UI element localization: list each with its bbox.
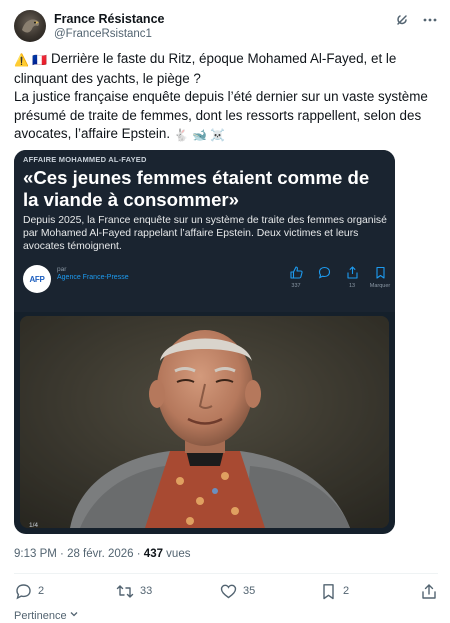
source-name[interactable]: Agence France-Presse (57, 274, 129, 281)
reply-icon (14, 582, 32, 600)
sort-label: Pertinence (14, 609, 67, 622)
warning-flag-emoji: ⚠️ 🇫🇷 (14, 53, 48, 67)
thumbs-up-icon (284, 266, 308, 280)
article-photo[interactable] (20, 316, 389, 528)
comment-icon (312, 266, 336, 280)
avatar[interactable] (14, 10, 46, 42)
tweet-line-1-text: Derrière le faste du Ritz, époque Mohame… (14, 51, 397, 86)
reply-count: 2 (38, 585, 45, 597)
card-bookmark[interactable]: Marquer (368, 266, 392, 289)
retweet-icon (116, 582, 134, 600)
tweet-line-1: ⚠️ 🇫🇷 Derrière le faste du Ritz, époque … (14, 50, 438, 88)
card-bookmark-label: Marquer (369, 283, 391, 289)
share-button[interactable] (420, 582, 438, 600)
like-count: 35 (243, 585, 256, 597)
tweet-header: France Résistance @FranceRsistanc1 (14, 10, 440, 44)
tweet-line-2: La justice française enquête depuis l’ét… (14, 88, 438, 145)
bookmark-icon (368, 266, 392, 280)
portrait-image (20, 316, 389, 528)
afp-logo: AFP (23, 265, 51, 293)
heart-icon (219, 582, 237, 600)
card-actions: 337 13 Marquer (284, 266, 394, 296)
card-share-count: 13 (348, 283, 356, 289)
bookmark-count: 2 (343, 585, 350, 597)
meta-separator: · (56, 548, 68, 560)
card-headline[interactable]: «Ces jeunes femmes étaient comme de la v… (23, 167, 388, 210)
author-handle[interactable]: @FranceRsistanc1 (54, 27, 164, 42)
tweet-actions: 2 33 35 2 (14, 582, 438, 606)
card-comment[interactable] (312, 266, 336, 283)
reply-button[interactable]: 2 (14, 582, 44, 600)
card-like[interactable]: 337 (284, 266, 308, 289)
rabbit-whale-skull-emoji: 🐇 🐋 ☠️ (173, 128, 226, 142)
share-icon (340, 266, 364, 280)
card-source[interactable]: AFP par Agence France-Presse (23, 265, 223, 295)
grok-icon[interactable] (394, 12, 410, 28)
slide-indicator: 1/4 (29, 522, 39, 529)
views-label: vues (162, 548, 191, 560)
tweet-time[interactable]: 9:13 PM (14, 548, 57, 560)
tweet-meta: 9:13 PM · 28 févr. 2026 · 437 vues (14, 548, 190, 560)
card-header: AFFAIRE MOHAMMED AL-FAYED «Ces jeunes fe… (14, 150, 395, 312)
share-icon (420, 582, 438, 600)
tweet-date[interactable]: 28 févr. 2026 (67, 548, 134, 560)
retweet-button[interactable]: 33 (116, 582, 152, 600)
card-description: Depuis 2025, la France enquête sur un sy… (23, 215, 387, 252)
eagle-avatar-icon (22, 19, 40, 33)
sort-dropdown[interactable]: Pertinence (14, 609, 79, 622)
source-prefix: par (57, 266, 67, 273)
tweet-text: ⚠️ 🇫🇷 Derrière le faste du Ritz, époque … (14, 50, 438, 145)
chevron-down-icon (69, 609, 79, 622)
card-like-count: 337 (291, 283, 301, 289)
bookmark-icon (319, 582, 337, 600)
divider (14, 573, 438, 574)
author-name[interactable]: France Résistance (54, 12, 164, 27)
article-card[interactable]: AFFAIRE MOHAMMED AL-FAYED «Ces jeunes fe… (14, 150, 395, 534)
card-share[interactable]: 13 (340, 266, 364, 289)
afp-logo-text: AFP (29, 274, 45, 284)
meta-separator: · (133, 548, 144, 560)
card-eyebrow: AFFAIRE MOHAMMED AL-FAYED (23, 155, 147, 164)
bookmark-button[interactable]: 2 (319, 582, 349, 600)
more-icon[interactable] (422, 12, 438, 28)
views-count: 437 (143, 548, 163, 560)
like-button[interactable]: 35 (219, 582, 255, 600)
retweet-count: 33 (140, 585, 153, 597)
